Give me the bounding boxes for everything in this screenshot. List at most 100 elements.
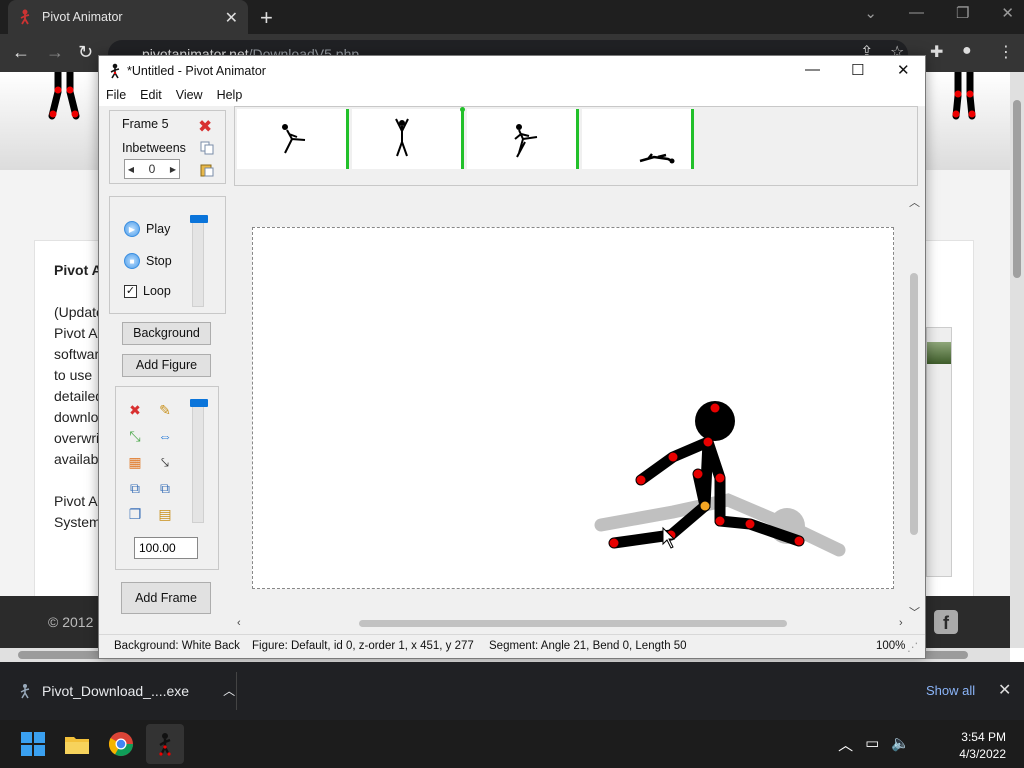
app-close-icon[interactable]: ✕	[897, 61, 910, 79]
download-options-chevron-icon[interactable]: ︿	[223, 682, 235, 699]
app-minimize-icon[interactable]: —	[805, 61, 820, 78]
download-bar: Pivot_Download_....exe ︿ Show all ✕	[0, 662, 1024, 720]
download-bar-close-icon[interactable]: ✕	[998, 680, 1011, 700]
stop-label: Stop	[146, 254, 172, 268]
display-icon[interactable]: ▭	[865, 734, 879, 755]
scale-figure-icon[interactable]: ⤡	[126, 427, 144, 445]
clock-date: 4/3/2022	[959, 747, 1006, 761]
inbetweens-stepper[interactable]: ◀ 0 ▶	[124, 159, 180, 179]
edit-figure-pencil-icon[interactable]: ✎	[156, 401, 174, 419]
webpage-line: availab	[54, 451, 99, 467]
volume-icon[interactable]: 🔈	[891, 734, 910, 755]
paste-frame-icon[interactable]	[200, 163, 214, 177]
webpage-line: System	[54, 514, 101, 530]
copy-figure-icon[interactable]: ❐	[126, 505, 144, 523]
loop-checkbox[interactable]: ✓ Loop	[124, 284, 171, 298]
chrome-browser-icon[interactable]	[107, 730, 135, 758]
close-icon[interactable]: ✕	[1001, 4, 1014, 22]
timeline-frame-3[interactable]	[467, 109, 579, 169]
scroll-right-icon[interactable]: ›	[899, 617, 903, 629]
menu-file[interactable]: File	[99, 86, 133, 106]
stick-figure[interactable]	[608, 436, 805, 549]
figure-size-slider[interactable]	[190, 399, 208, 523]
download-file-icon	[20, 683, 30, 698]
inbetweens-value[interactable]: 0	[149, 162, 156, 176]
color-figure-icon[interactable]: ▦	[126, 453, 144, 471]
frame-thumbnail-icon	[395, 118, 409, 157]
scroll-down-icon[interactable]: ﹀	[909, 604, 920, 620]
flip-figure-icon[interactable]: ⇔	[156, 427, 174, 445]
animation-stage[interactable]	[252, 227, 894, 589]
status-segment: Segment: Angle 21, Bend 0, Length 50	[489, 640, 687, 652]
figure-scale-input[interactable]	[134, 537, 198, 559]
delete-figure-icon[interactable]: ✖	[126, 401, 144, 419]
menu-view[interactable]: View	[169, 86, 210, 106]
figure-size-slider-thumb[interactable]	[190, 399, 208, 407]
speed-slider[interactable]	[190, 215, 208, 307]
resize-grip-icon[interactable]: ⋰	[907, 640, 919, 654]
stop-icon: ■	[124, 253, 140, 269]
app-title: *Untitled - Pivot Animator	[127, 64, 266, 78]
paste-figure-icon[interactable]: ▤	[156, 505, 174, 523]
footer-copyright: © 2012	[48, 614, 94, 630]
facebook-icon[interactable]: f	[934, 610, 958, 634]
stop-button[interactable]: ■ Stop	[124, 253, 172, 269]
speed-slider-thumb[interactable]	[190, 215, 208, 223]
app-maximize-icon[interactable]: ☐	[851, 61, 864, 79]
tab-search-icon[interactable]: ⌄	[864, 4, 877, 22]
timeline-frame-4[interactable]	[582, 109, 694, 169]
bring-front-icon[interactable]: ⧉	[126, 479, 144, 497]
file-explorer-icon[interactable]	[63, 730, 91, 758]
stickman-logo-right-icon	[952, 72, 976, 120]
menu-help[interactable]: Help	[210, 86, 250, 106]
delete-frame-icon[interactable]: ✖	[198, 117, 212, 137]
add-frame-button[interactable]: Add Frame	[121, 582, 211, 614]
figure-origin-joint[interactable]	[700, 501, 710, 511]
system-tray: ︿ ▭ 🔈	[838, 734, 910, 755]
join-figure-icon[interactable]: ⤥	[156, 453, 174, 471]
browser-tab[interactable]: Pivot Animator ✕	[8, 0, 248, 34]
frame-thumbnail-icon	[514, 124, 538, 158]
taskbar-clock[interactable]: 3:54 PM 4/3/2022	[959, 729, 1006, 763]
chrome-menu-icon[interactable]: ⋮	[998, 42, 1014, 62]
webpage-screenshot-thumbnail[interactable]	[926, 327, 952, 577]
timeline-frame-2[interactable]	[352, 107, 465, 169]
menu-edit[interactable]: Edit	[133, 86, 169, 106]
download-item[interactable]: Pivot_Download_....exe ︿	[20, 682, 235, 699]
pivot-taskbar-button[interactable]	[146, 724, 184, 764]
scroll-up-icon[interactable]: ︿	[909, 194, 920, 210]
webpage-paragraph-2: Pivot A System	[54, 491, 101, 533]
copy-frame-icon[interactable]	[200, 141, 214, 155]
stepper-up-icon[interactable]: ▶	[167, 165, 179, 174]
canvas-horizontal-scrollbar[interactable]	[235, 616, 905, 630]
show-all-downloads-link[interactable]: Show all	[926, 683, 975, 698]
status-zoom: 100%	[876, 640, 906, 652]
pivot-taskbar-icon	[159, 733, 171, 756]
webpage-line: Pivot A	[54, 325, 98, 341]
reload-icon[interactable]: ↻	[78, 42, 93, 63]
download-divider	[236, 672, 237, 710]
timeline-frame-1[interactable]	[237, 109, 349, 169]
back-arrow-icon[interactable]: ←	[12, 42, 30, 63]
webpage-heading: Pivot A	[54, 262, 102, 278]
profile-avatar-icon[interactable]: ●	[962, 42, 972, 60]
tab-close-icon[interactable]: ✕	[225, 8, 238, 28]
forward-arrow-icon[interactable]: →	[46, 42, 64, 63]
loop-check-icon[interactable]: ✓	[124, 284, 137, 298]
tray-overflow-chevron-icon[interactable]: ︿	[838, 734, 853, 755]
minimize-icon[interactable]: —	[909, 4, 924, 22]
new-tab-icon[interactable]: +	[260, 5, 273, 31]
stepper-down-icon[interactable]: ◀	[125, 165, 137, 174]
canvas-vertical-scrollbar[interactable]	[907, 193, 921, 623]
webpage-line: Pivot A	[54, 493, 98, 509]
send-back-icon[interactable]: ⧉	[156, 479, 174, 497]
play-button[interactable]: ▶ Play	[124, 221, 170, 237]
add-figure-button[interactable]: Add Figure	[122, 354, 211, 377]
extensions-puzzle-icon[interactable]: ✚	[930, 42, 943, 62]
background-button[interactable]: Background	[122, 322, 211, 345]
restore-icon[interactable]: ❐	[956, 4, 969, 22]
scroll-left-icon[interactable]: ‹	[237, 617, 241, 629]
windows-start-icon[interactable]	[19, 730, 47, 758]
page-vertical-scrollbar[interactable]	[1010, 72, 1024, 648]
clock-time: 3:54 PM	[961, 730, 1006, 744]
